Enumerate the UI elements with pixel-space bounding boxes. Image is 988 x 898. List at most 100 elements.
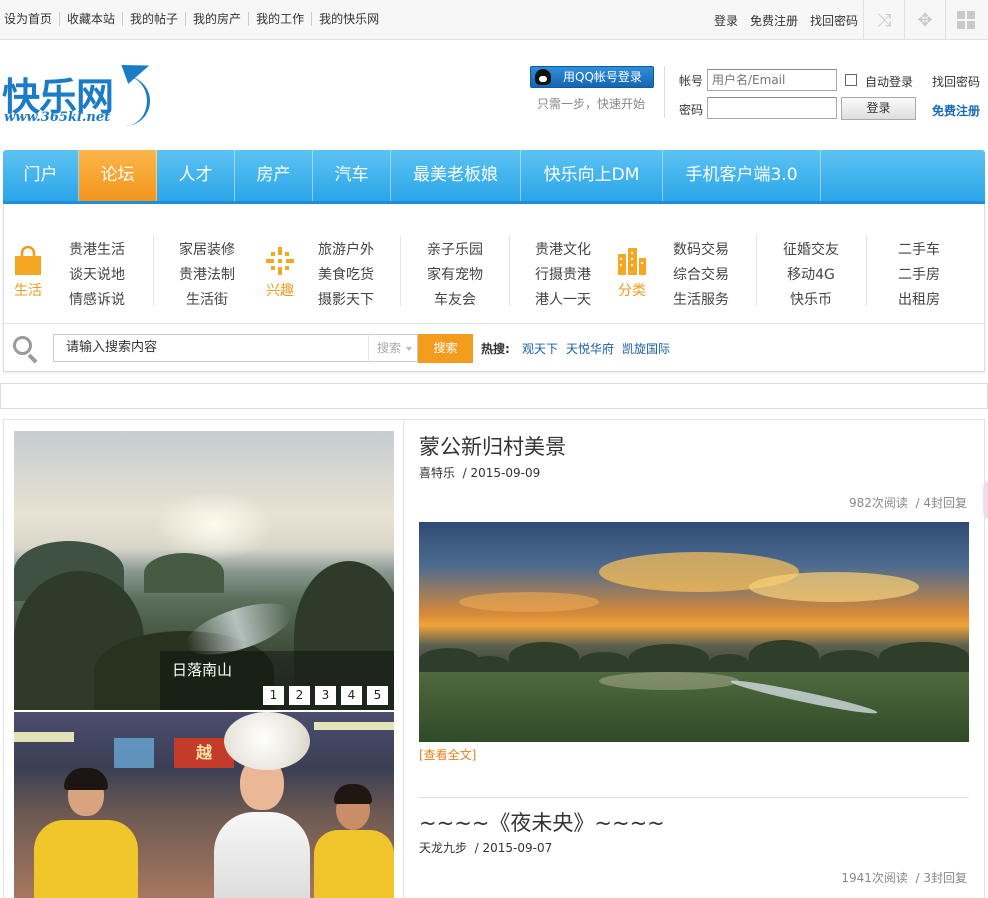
nav-forum[interactable]: 论坛 [79,150,157,201]
category-classified[interactable]: 分类 [616,246,648,300]
subnav-link[interactable]: 港人一天 [528,291,598,309]
site-logo[interactable]: 快乐网 www.365kl.net [2,56,153,132]
qq-penguin-icon [535,69,551,85]
subnav-link[interactable]: 贵港文化 [528,241,598,259]
subnav-link[interactable]: 旅游户外 [311,241,381,259]
nav-property[interactable]: 房产 [235,150,313,201]
subnav-link[interactable]: 贵港法制 [172,266,242,284]
post-title[interactable]: ~~~~《夜未央》~~~~ [419,807,665,837]
post-title[interactable]: 蒙公新归村美景 [419,431,566,461]
post-reads: 1941次阅读 [841,871,908,885]
subnav-link[interactable]: 数码交易 [666,241,736,259]
my-property-link[interactable]: 我的房产 [185,12,248,26]
top-login-link[interactable]: 登录 [714,12,738,29]
slider-pager: 1 2 3 4 5 [263,686,388,705]
shuffle-icon[interactable]: ⤨ [863,0,904,40]
subnav-link[interactable]: 移动4G [776,266,846,284]
logo-swoosh [124,76,150,126]
top-register-link[interactable]: 免费注册 [750,12,798,29]
nav-boss-lady[interactable]: 最美老板娘 [391,150,521,201]
chevron-down-icon [406,347,412,351]
top-links: 设为首页 收藏本站 我的帖子 我的房产 我的工作 我的快乐网 [4,12,386,26]
post-author[interactable]: 喜特乐 [419,466,455,480]
qq-login-button[interactable]: 用QQ帐号登录 [530,66,654,88]
slider-page-button[interactable]: 4 [341,686,362,705]
register-link[interactable]: 免费注册 [932,102,980,119]
shopping-bag-icon [15,245,41,275]
subnav-link[interactable]: 生活服务 [666,291,736,309]
password-label: 密码 [679,103,704,117]
move-arrows-icon[interactable]: ✥ [904,0,945,40]
nav-portal[interactable]: 门户 [3,150,79,201]
set-homepage-link[interactable]: 设为首页 [4,12,59,26]
category-interest-label: 兴趣 [266,283,294,299]
hot-search-links: 观天下 天悦华府 凯旋国际 [522,340,670,357]
subnav-link[interactable]: 美食吃货 [311,266,381,284]
slide-caption[interactable]: 日落南山 [172,659,232,680]
post-image[interactable] [419,522,969,742]
my-kl-link[interactable]: 我的快乐网 [311,12,386,26]
slider-page-button[interactable]: 3 [315,686,336,705]
subnav-link[interactable]: 摄影天下 [311,291,381,309]
bookmark-site-link[interactable]: 收藏本站 [59,12,122,26]
hot-search-link[interactable]: 观天下 [522,340,558,357]
column-divider [756,236,757,306]
nav-talent[interactable]: 人才 [157,150,235,201]
category-interest[interactable]: 兴趣 [264,246,296,300]
subnav-link[interactable]: 亲子乐园 [420,241,490,259]
post-author[interactable]: 天龙九步 [419,841,467,855]
slider-page-button[interactable]: 5 [367,686,388,705]
subnav-col-1: 贵港生活 谈天说地 情感诉说 [62,241,132,309]
search-button[interactable]: 搜索 [418,334,473,363]
subnav-col-2: 家居装修 贵港法制 生活街 [172,241,242,309]
subnav-link[interactable]: 家居装修 [172,241,242,259]
find-password-link[interactable]: 找回密码 [932,73,980,90]
search-input[interactable]: 请输入搜索内容 [53,334,369,362]
event-photo[interactable]: 越 [14,712,394,898]
buildings-icon [618,248,646,275]
subnav-link[interactable]: 二手车 [884,241,954,259]
slider-page-button[interactable]: 1 [263,686,284,705]
subnav-link[interactable]: 快乐币 [776,291,846,309]
hot-search-link[interactable]: 凯旋国际 [622,340,670,357]
column-divider [509,236,510,306]
search-type-select[interactable]: 搜索 [368,334,418,362]
subnav-link[interactable]: 综合交易 [666,266,736,284]
subnav-link[interactable]: 二手房 [884,266,954,284]
side-widget-tab[interactable] [983,480,988,520]
subnav-link[interactable]: 家有宠物 [420,266,490,284]
nav-dm[interactable]: 快乐向上DM [521,150,663,201]
subnav-link[interactable]: 贵港生活 [62,241,132,259]
my-jobs-link[interactable]: 我的工作 [248,12,311,26]
subnav-link[interactable]: 生活街 [172,291,242,309]
subnav-link[interactable]: 征婚交友 [776,241,846,259]
password-input[interactable] [707,97,837,119]
hot-search-link[interactable]: 天悦华府 [566,340,614,357]
read-more-link[interactable]: [查看全文] [419,746,476,763]
top-find-password-link[interactable]: 找回密码 [810,12,858,29]
subnav-link[interactable]: 行摄贵港 [528,266,598,284]
nav-mobile-client[interactable]: 手机客户端3.0 [663,150,821,201]
auto-login-checkbox[interactable] [845,74,857,86]
subnav-link[interactable]: 车友会 [420,291,490,309]
slider-page-button[interactable]: 2 [289,686,310,705]
subnav-link[interactable]: 出租房 [884,291,954,309]
grid-icon[interactable] [945,0,986,40]
image-slider[interactable]: 日落南山 1 2 3 4 5 [14,431,394,710]
search-type-label: 搜索 [377,341,402,355]
subnav-col-6: 数码交易 综合交易 生活服务 [666,241,736,309]
main-nav: 门户 论坛 人才 房产 汽车 最美老板娘 快乐向上DM 手机客户端3.0 [3,150,985,204]
search-divider [4,323,984,324]
top-icons: ⤨ ✥ [863,0,986,40]
my-posts-link[interactable]: 我的帖子 [122,12,185,26]
auto-login-label: 自动登录 [865,75,914,89]
subnav-link[interactable]: 情感诉说 [62,291,132,309]
top-bar: 设为首页 收藏本站 我的帖子 我的房产 我的工作 我的快乐网 登录 免费注册 找… [0,0,988,40]
category-life[interactable]: 生活 [12,245,44,300]
nav-car[interactable]: 汽车 [313,150,391,201]
account-input[interactable] [707,69,837,91]
category-life-label: 生活 [14,283,42,299]
subnav-link[interactable]: 谈天说地 [62,266,132,284]
login-button[interactable]: 登录 [841,97,916,120]
post-meta: 喜特乐 / 2015-09-09 [419,464,540,481]
